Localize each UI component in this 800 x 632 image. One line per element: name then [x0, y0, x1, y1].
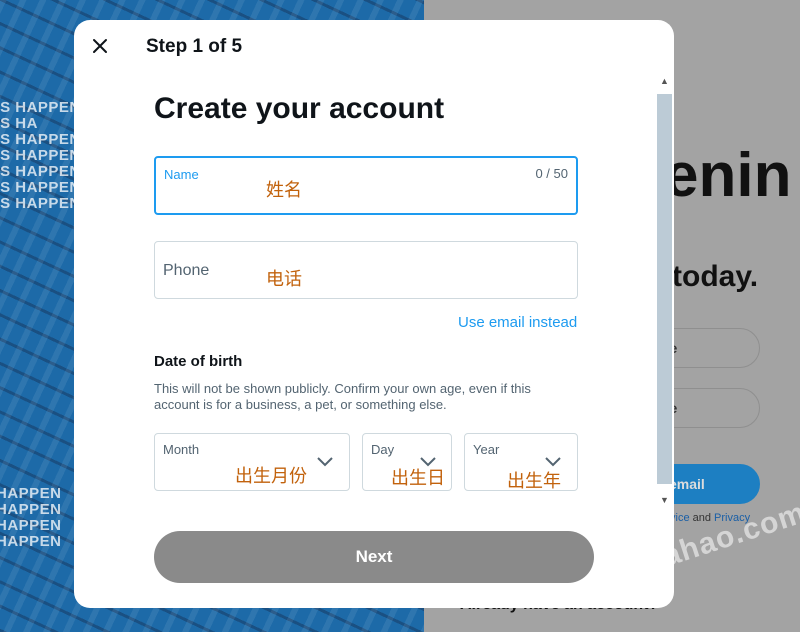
background-subheadline: today. [672, 260, 759, 293]
dob-description: This will not be shown publicly. Confirm… [154, 381, 531, 412]
background-happening-text: 'S HAPPEN 'S HA 'S HAPPEN 'S HAPPEN 'S H… [0, 99, 81, 212]
month-select[interactable]: Month 出生月份 [154, 433, 350, 491]
name-char-counter: 0 / 50 [535, 166, 568, 181]
name-field-label: Name [164, 167, 199, 182]
close-icon [93, 39, 107, 53]
scroll-up-arrow-icon[interactable]: ▲ [656, 72, 673, 89]
phone-annotation: 电话 [266, 269, 302, 289]
phone-field-label: Phone [163, 262, 210, 279]
year-annotation: 出生年 [507, 471, 561, 491]
next-button[interactable]: Next [154, 531, 594, 583]
year-select-label: Year [473, 442, 500, 457]
use-email-link[interactable]: Use email instead [458, 314, 577, 331]
scroll-down-arrow-icon[interactable]: ▼ [656, 491, 673, 508]
month-select-label: Month [163, 442, 200, 457]
name-annotation: 姓名 [266, 180, 302, 200]
background-terms-and: and [692, 512, 711, 524]
background-headline: enin [664, 141, 792, 210]
page-title: Create your account [154, 92, 445, 125]
year-select[interactable]: Year 出生年 [464, 433, 578, 491]
step-indicator: Step 1 of 5 [146, 36, 243, 57]
background-happening-text-bottom: HAPPEN HAPPEN HAPPEN HAPPEN [0, 485, 62, 550]
month-annotation: 出生月份 [235, 466, 307, 486]
name-field[interactable]: Name 0 / 50 姓名 [154, 156, 578, 215]
scrollbar[interactable]: ▲ ▼ [656, 72, 673, 508]
day-select-label: Day [371, 442, 395, 457]
day-select[interactable]: Day 出生日 [362, 433, 452, 491]
chevron-down-icon [545, 457, 561, 467]
close-button[interactable] [88, 34, 112, 58]
chevron-down-icon [317, 457, 333, 467]
dob-heading: Date of birth [154, 353, 243, 370]
signup-modal: Step 1 of 5 ▲ ▼ Create your account Name… [74, 20, 674, 608]
phone-field[interactable]: Phone 电话 [154, 241, 578, 299]
day-annotation: 出生日 [391, 468, 445, 488]
scrollbar-thumb[interactable] [657, 94, 672, 484]
